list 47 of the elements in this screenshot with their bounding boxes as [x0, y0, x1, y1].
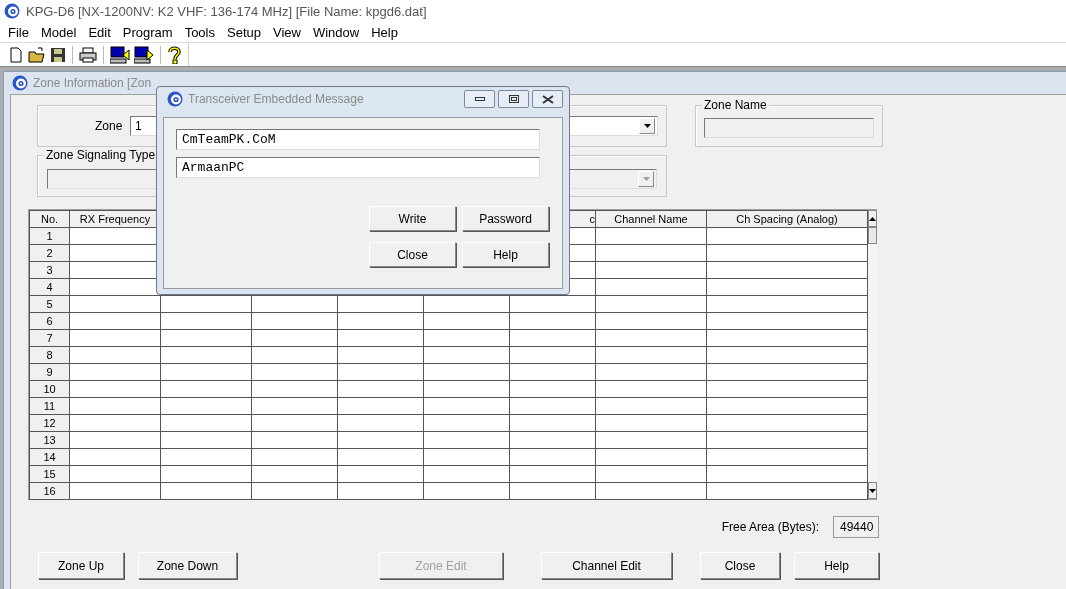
window-title: KPG-D6 [NX-1200NV: K2 VHF: 136-174 MHz] [File Name: kpgd6.dat] — [26, 3, 427, 19]
column-header: No. — [29, 210, 70, 228]
message-field[interactable]: ArmaanPC — [176, 157, 540, 178]
column-header: Channel Name — [595, 210, 707, 228]
button[interactable]: Password — [462, 206, 549, 231]
help-question-icon[interactable] — [167, 45, 181, 64]
menu-item[interactable]: Help — [365, 24, 404, 40]
field-label: Free Area (Bytes): — [721, 520, 819, 534]
window-title: Zone Information [Zon — [33, 76, 152, 90]
menu-item[interactable]: View — [267, 24, 307, 40]
menu-item[interactable]: Model — [34, 24, 83, 40]
computer-arrow-icon[interactable] — [110, 45, 130, 64]
scrollbar[interactable] — [868, 210, 877, 499]
group-label: Zone Name — [702, 98, 769, 112]
menu-item[interactable]: File — [2, 24, 35, 40]
menu-item[interactable]: Program — [116, 24, 179, 40]
app-logo-icon — [167, 91, 183, 107]
scroll-thumb[interactable] — [868, 227, 877, 244]
folder-icon[interactable] — [28, 46, 46, 63]
button[interactable]: Channel Edit — [541, 552, 672, 579]
computer-arrow-icon[interactable] — [134, 45, 154, 64]
field-label: Zone — [95, 119, 124, 133]
scroll-down-icon[interactable] — [868, 482, 877, 499]
button[interactable]: Close — [369, 242, 456, 267]
message-field[interactable]: CmTeamPK.CoM — [176, 129, 540, 150]
close-icon[interactable] — [532, 90, 563, 108]
menu-item[interactable]: Window — [306, 24, 366, 40]
free-area-value: 49440 — [833, 516, 879, 538]
dialog-title: Transceiver Embedded Message — [188, 92, 364, 106]
button[interactable]: Zone Up — [38, 552, 124, 579]
minimize-icon[interactable] — [464, 90, 495, 108]
new-file-icon[interactable] — [8, 46, 24, 63]
button[interactable]: Zone Down — [138, 552, 237, 579]
menu-item[interactable]: Setup — [221, 24, 267, 40]
button[interactable]: Write — [369, 206, 456, 231]
column-header: Ch Spacing (Analog) — [706, 210, 868, 228]
button[interactable]: Close — [700, 552, 780, 579]
menu-item[interactable]: Edit — [82, 24, 117, 40]
button[interactable]: Help — [794, 552, 879, 579]
app-logo-icon — [4, 3, 20, 19]
group-label: Zone Signaling Type — [44, 148, 158, 162]
maximize-icon[interactable] — [498, 90, 529, 108]
printer-icon[interactable] — [79, 46, 97, 63]
scroll-up-icon[interactable] — [868, 210, 877, 227]
button[interactable]: Help — [462, 242, 549, 267]
menu-item[interactable]: Tools — [178, 24, 221, 40]
app-logo-icon — [12, 75, 28, 91]
